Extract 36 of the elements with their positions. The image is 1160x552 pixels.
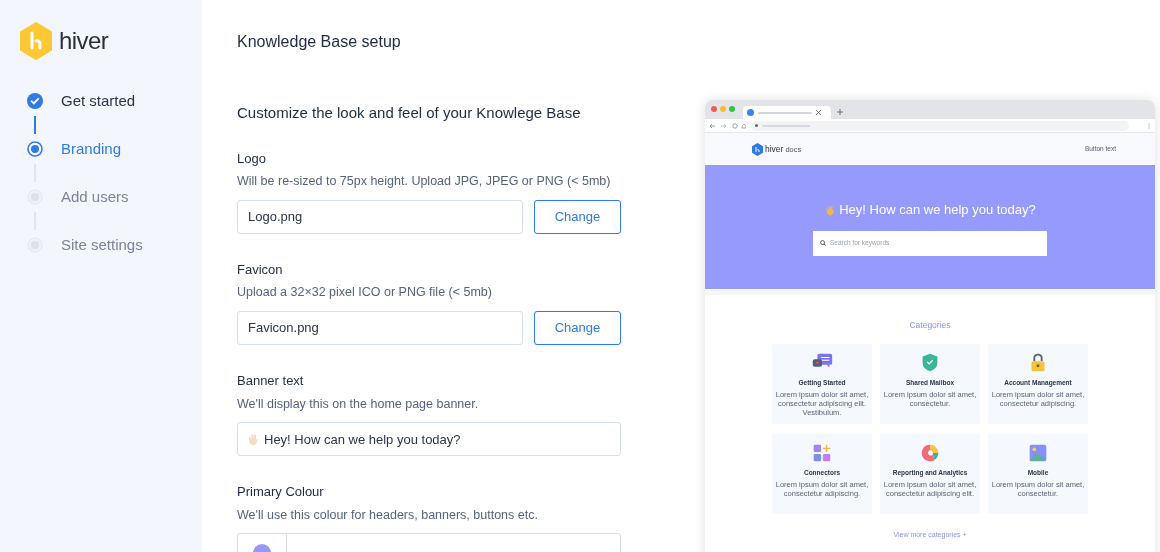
radio-icon bbox=[27, 141, 43, 157]
step-label[interactable]: Branding bbox=[61, 137, 122, 161]
field-hint: We'll use this colour for headers, banners, buttons etc. bbox=[237, 506, 539, 524]
browser-tab[interactable] bbox=[743, 106, 831, 119]
close-icon[interactable] bbox=[816, 110, 821, 115]
banner-text-field[interactable]: Hey! How can we help you today? bbox=[237, 422, 621, 457]
step-label[interactable]: Add users bbox=[61, 185, 129, 209]
change-button[interactable]: Change bbox=[534, 311, 621, 345]
field-hint: We'll display this on the home page banner. bbox=[237, 395, 480, 413]
plus-icon[interactable] bbox=[837, 109, 843, 115]
globe-icon bbox=[747, 109, 754, 116]
field-label: Banner text bbox=[237, 372, 305, 390]
page-title: Knowledge Base setup bbox=[237, 32, 402, 52]
search-icon bbox=[820, 240, 826, 246]
field-label: Primary Colour bbox=[237, 483, 325, 502]
waving-hand-icon bbox=[824, 203, 837, 216]
logo-text: hiver bbox=[59, 26, 109, 56]
field-hint: Will be re-sized to 75px height. Upload JPG, JPEG or PNG (< 5mb) bbox=[237, 173, 612, 190]
navigation-icons[interactable] bbox=[710, 122, 746, 129]
field-label: Favicon bbox=[237, 260, 284, 279]
banner-title: Hey! How can we help you today? bbox=[839, 201, 1036, 219]
field-hint: Upload a 32×32 pixel ICO or PNG file (< 5mb) bbox=[237, 284, 493, 302]
file-name-field[interactable]: Favicon.png bbox=[237, 311, 523, 345]
categories-title: Categories bbox=[909, 319, 951, 332]
field-label: Logo bbox=[237, 149, 267, 168]
logo-text: hiver bbox=[765, 142, 784, 156]
section-title: Customize the look and feel of your Knowlege Base bbox=[237, 103, 581, 123]
waving-hand-icon bbox=[246, 432, 260, 447]
step-label[interactable]: Site settings bbox=[61, 233, 143, 257]
file-name-field[interactable]: Logo.png bbox=[237, 199, 523, 234]
logo-icon bbox=[752, 142, 763, 156]
window-controls-icon bbox=[711, 106, 737, 112]
change-button[interactable]: Change bbox=[534, 199, 621, 234]
check-icon bbox=[27, 93, 43, 109]
step-label[interactable]: Get started bbox=[61, 89, 136, 113]
logo-icon bbox=[19, 22, 53, 60]
